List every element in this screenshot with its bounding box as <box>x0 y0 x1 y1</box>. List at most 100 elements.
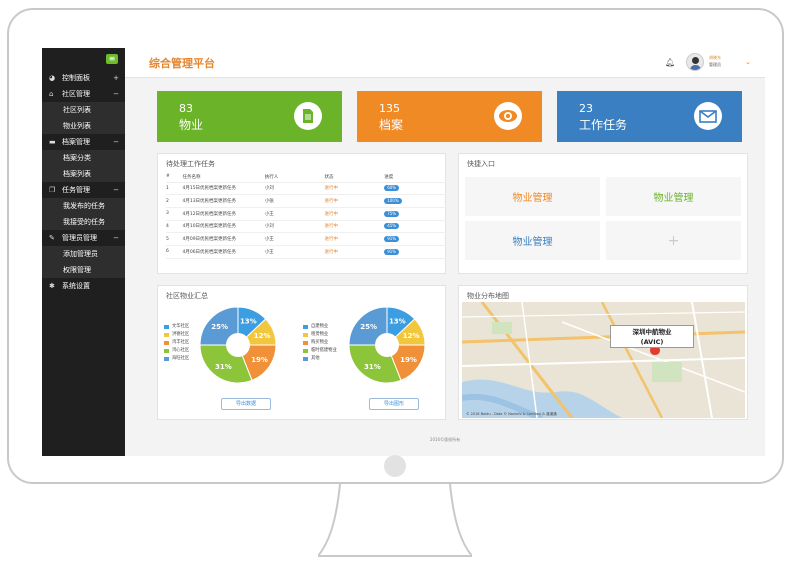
cell-status: 进行中 <box>324 220 385 234</box>
cell-n: 4 <box>166 220 183 234</box>
quick-entry-property-green[interactable]: 物业管理 <box>606 177 741 216</box>
stat-card-tasks[interactable]: 23 工作任务 <box>557 91 742 142</box>
column-header: # <box>166 172 183 183</box>
sidebar-item[interactable]: 添加管理员 <box>42 246 125 262</box>
table-row[interactable]: 2 4月13日优民档案更新任务 小张 进行中 100% <box>166 194 446 208</box>
legend-swatch <box>164 357 169 361</box>
legend-label: 海旺社区 <box>172 356 190 361</box>
sidebar-item[interactable]: 社区列表 <box>42 102 125 118</box>
progress-badge: 100% <box>384 198 402 205</box>
legend-item: 其他 <box>303 355 337 363</box>
progress-badge: 91% <box>384 248 400 255</box>
legend-item: 海旺社区 <box>164 355 189 363</box>
cell-n: 6 <box>166 245 183 259</box>
monitor-stand <box>318 484 472 557</box>
cell-person: 小王 <box>264 207 325 221</box>
plus-icon: + <box>667 232 680 249</box>
pie-legend-right: 自建物业 租赁物业 购买物业 临时搭建物业 其他 <box>303 323 337 363</box>
sidebar-group-label: 系统设置 <box>62 282 90 290</box>
sidebar-item[interactable]: 权限管理 <box>42 262 125 278</box>
sidebar-group[interactable]: ✎ 管理员管理 − <box>42 230 125 246</box>
map-marker-label: 深圳中航物业 (AVIC) <box>610 325 694 348</box>
stat-label: 工作任务 <box>579 118 628 132</box>
footer-text: 2016©版权所有 <box>429 437 461 442</box>
cell-name: 4月09日优民档案更新任务 <box>182 232 265 246</box>
legend-item: 购买物业 <box>303 339 337 347</box>
map-view[interactable]: 深圳中航物业 (AVIC) © 2016 Baidu - Data © NavIn… <box>462 302 745 418</box>
export-data-button[interactable]: 导出数据 <box>221 398 271 410</box>
cell-n: 2 <box>166 194 183 208</box>
legend-label: 购买物业 <box>311 340 329 345</box>
stat-card-archive[interactable]: 135 档案 <box>357 91 542 142</box>
progress-badge: 45% <box>384 223 400 230</box>
page-title: 综合管理平台 <box>149 57 215 70</box>
sidebar-group[interactable]: ▬ 档案管理 − <box>42 134 125 150</box>
progress-badge: 91% <box>384 236 400 243</box>
export-chart-button[interactable]: 导出图形 <box>369 398 419 410</box>
legend-swatch <box>303 357 308 361</box>
pie-legend-left: 文华社区 洪德社区 鸿丰社区 鸿心社区 海旺社区 <box>164 323 189 363</box>
sidebar-group-label: 控制面板 <box>62 74 90 82</box>
table-row[interactable]: 5 4月09日优民档案更新任务 小王 进行中 91% <box>166 232 446 246</box>
legend-item: 临时搭建物业 <box>303 347 337 355</box>
table-row[interactable]: 4 4月10日优民档案更新任务 小刘 进行中 45% <box>166 220 446 234</box>
donut-hole <box>226 333 250 357</box>
cell-person: 小张 <box>264 194 325 208</box>
cell-name: 4月13日优民档案更新任务 <box>182 194 265 208</box>
expand-toggle[interactable]: − <box>113 86 119 102</box>
sidebar-group[interactable]: ❐ 任务管理 − <box>42 182 125 198</box>
quick-entry-property-blue[interactable]: 物业管理 <box>465 221 600 260</box>
cell-status: 进行中 <box>324 194 385 208</box>
sidebar-group[interactable]: ✱ 系统设置 <box>42 278 125 294</box>
home-icon: ⌂ <box>49 90 54 98</box>
menu-toggle-button[interactable]: ≡ <box>106 54 118 64</box>
sidebar-item[interactable]: 物业列表 <box>42 118 125 134</box>
legend-label: 鸿丰社区 <box>172 340 190 345</box>
sidebar-item[interactable]: 我发布的任务 <box>42 198 125 214</box>
legend-swatch <box>303 325 308 329</box>
pie-slice-label: 31% <box>215 363 232 371</box>
cell-person: 小刘 <box>264 220 325 234</box>
table-row[interactable]: 3 4月12日优民档案更新任务 小王 进行中 75% <box>166 207 446 221</box>
cell-status: 进行中 <box>324 232 385 246</box>
sidebar-item[interactable]: 我接受的任务 <box>42 214 125 230</box>
table-row[interactable]: 1 4月15日优民档案更新任务 小刘 进行中 60% <box>166 182 446 196</box>
quick-entry-label: 物业管理 <box>653 193 694 204</box>
pie-slice-label: 25% <box>211 323 228 331</box>
expand-toggle[interactable]: + <box>113 70 119 86</box>
cell-name: 4月12日优民档案更新任务 <box>182 207 265 221</box>
cell-progress: 60% <box>384 182 446 196</box>
pie-slice-label: 25% <box>360 323 377 331</box>
cell-name: 4月10日优民档案更新任务 <box>182 220 265 234</box>
bell-icon[interactable]: 🔔︎ <box>665 58 675 67</box>
legend-swatch <box>303 333 308 337</box>
quick-entry-property-orange[interactable]: 物业管理 <box>465 177 600 216</box>
pending-tasks-panel: 待处理工作任务 # 任务名称 执行人 状态 进度 1 4月15日优民档案更新任务 小刘 进行中… <box>157 153 446 274</box>
dashboard-icon: ◕ <box>49 74 56 82</box>
expand-toggle[interactable]: − <box>113 230 119 246</box>
chevron-down-icon[interactable]: ⌄ <box>745 58 751 66</box>
panel-title: 物业分布地图 <box>467 292 509 300</box>
cell-status: 进行中 <box>324 245 385 259</box>
stat-card-property[interactable]: 83 物业 <box>157 91 342 142</box>
sidebar-item[interactable]: 档案分类 <box>42 150 125 166</box>
sidebar-group[interactable]: ⌂ 社区管理 − <box>42 86 125 102</box>
legend-label: 租赁物业 <box>311 332 329 337</box>
document-icon <box>294 102 322 130</box>
property-map-panel: 物业分布地图 深圳中航物业 (AVIC) © 2016 Baidu - Data… <box>458 285 748 420</box>
expand-toggle[interactable]: − <box>113 182 119 198</box>
sidebar-top: ≡ <box>42 48 125 70</box>
donut-hole <box>375 333 399 357</box>
community-summary-panel: 社区物业汇总 文华社区 洪德社区 鸿丰社区 鸿心社区 海旺社区 13% 12% 19% 31%… <box>157 285 446 420</box>
pie-chart-left: 13% 12% 19% 31% 25% <box>199 306 277 384</box>
progress-badge: 75% <box>384 210 400 217</box>
sidebar-item[interactable]: 档案列表 <box>42 166 125 182</box>
expand-toggle[interactable]: − <box>113 134 119 150</box>
stat-value: 23 <box>579 102 593 115</box>
sidebar-group[interactable]: ◕ 控制面板 + <box>42 70 125 86</box>
cell-person: 小刘 <box>264 182 325 196</box>
quick-entry-add[interactable]: + <box>606 221 741 260</box>
table-row[interactable]: 6 4月06日优民档案更新任务 小王 进行中 91% <box>166 245 446 259</box>
avatar[interactable] <box>686 53 704 71</box>
quick-entry-label: 物业管理 <box>512 193 553 204</box>
